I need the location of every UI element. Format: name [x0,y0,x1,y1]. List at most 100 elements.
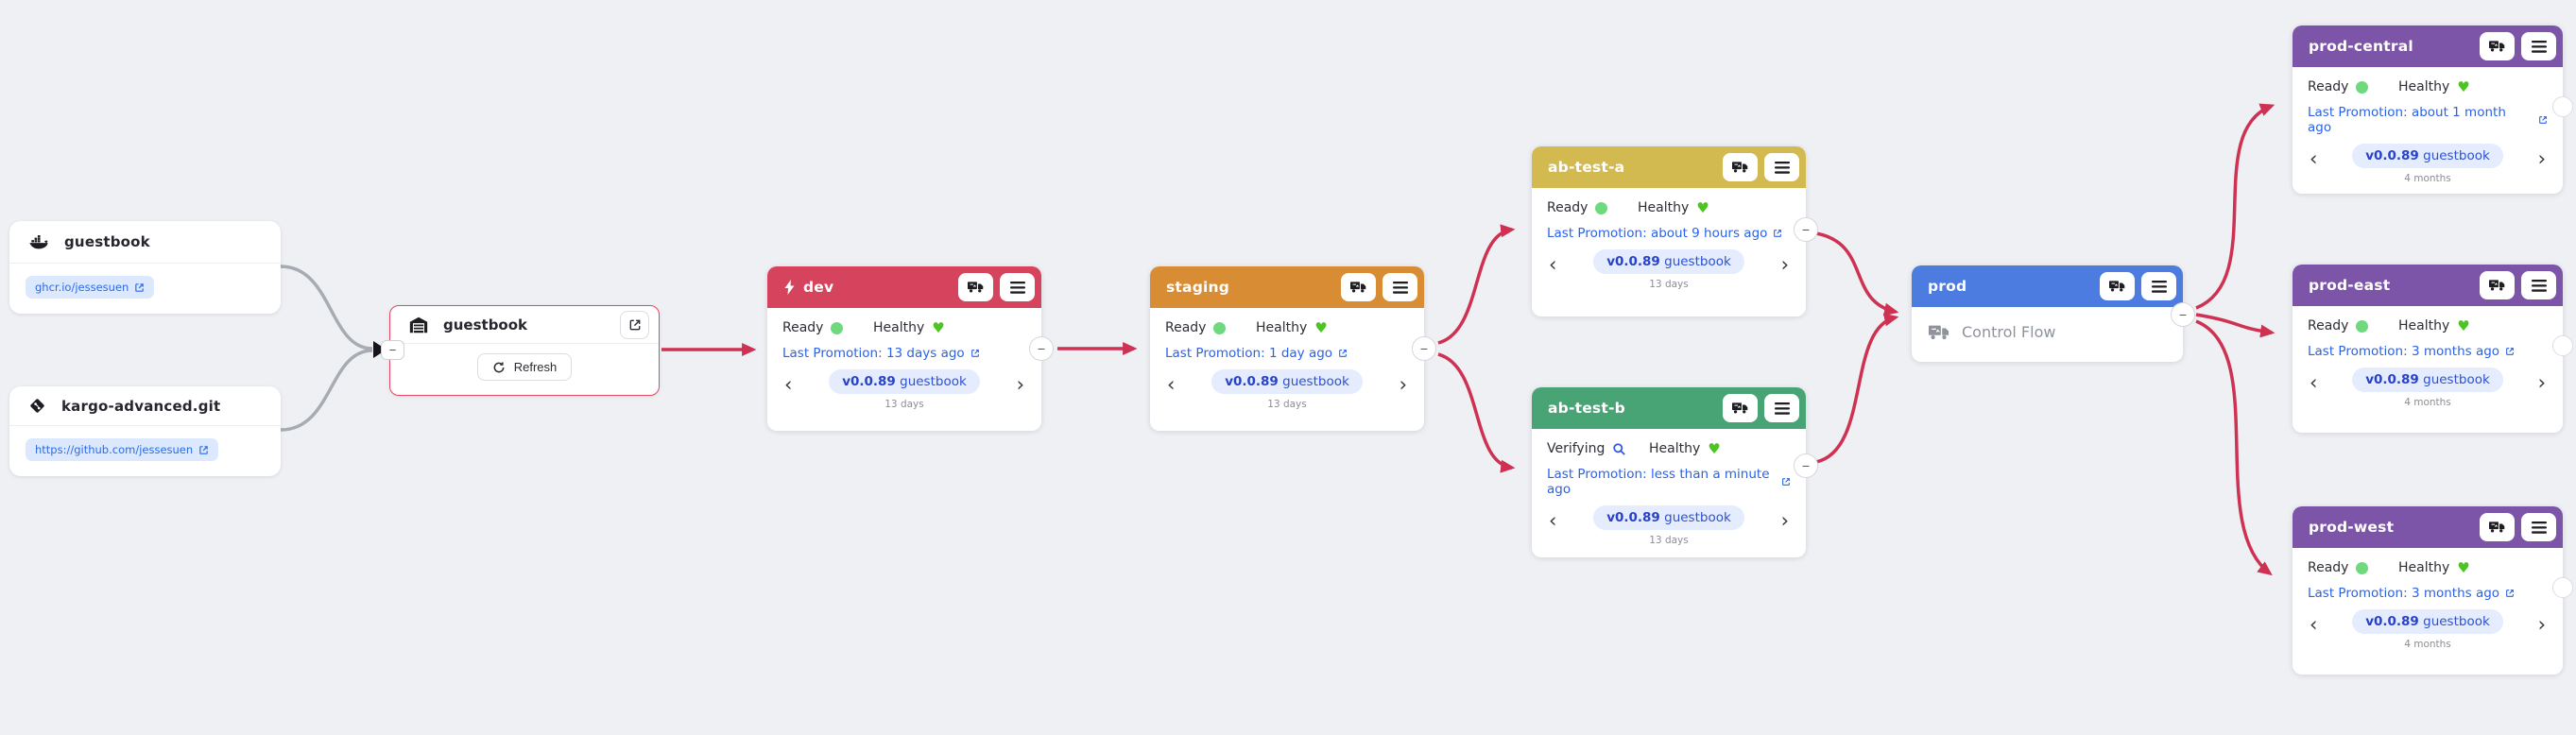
last-promotion-link[interactable]: Last Promotion: 3 months ago [2308,344,2515,359]
warehouse-node-guestbook[interactable]: guestbook Refresh − [389,305,660,396]
freight-chip[interactable]: v0.0.89 guestbook [1593,249,1744,274]
freight-timeline-button[interactable] [2480,271,2515,299]
chevron-left-icon[interactable]: ‹ [1547,505,1558,531]
chevron-right-icon[interactable]: › [1779,249,1791,275]
docker-whale-icon [28,231,49,252]
warehouse-icon [408,315,429,335]
chevron-right-icon[interactable]: › [2536,144,2548,169]
hamburger-menu-icon [1393,282,1408,294]
stage-menu-button[interactable] [1764,153,1799,181]
healthy-heart-icon: ♥ [2457,80,2469,94]
last-promotion-link[interactable]: Last Promotion: 13 days ago [782,346,980,361]
freight-truck-icon [1929,324,1949,341]
control-flow-body: Control Flow [1912,307,2183,357]
edge-staging-to-ab-test-a [1438,230,1512,343]
stage-body: Ready Healthy♥ Last Promotion: 1 day ago… [1150,308,1424,419]
chevron-left-icon[interactable]: ‹ [1547,249,1558,275]
last-promotion-link[interactable]: Last Promotion: 3 months ago [2308,586,2515,601]
chevron-right-icon[interactable]: › [1015,369,1026,395]
freight-truck-icon [2109,280,2125,293]
stage-node-ab-test-a[interactable]: ab-test-a Ready Healthy♥ Last Promotion:… [1532,146,1806,316]
last-promotion-link[interactable]: Last Promotion: about 1 month ago [2308,105,2548,135]
collapse-downstream-button[interactable]: − [1412,336,1436,361]
stage-menu-button[interactable] [2521,271,2556,299]
stage-title: prod-central [2309,38,2413,55]
ready-dot-icon [831,322,843,334]
stage-node-prod-west[interactable]: prod-west Ready Healthy♥ Last Promotion:… [2293,506,2563,675]
stage-menu-button[interactable] [1000,273,1035,301]
stage-title: prod-east [2309,277,2390,294]
last-promotion-link[interactable]: Last Promotion: about 9 hours ago [1547,226,1782,241]
freight-row: ‹ v0.0.89 guestbook 4 months › [2308,144,2548,184]
chevron-right-icon[interactable]: › [1398,369,1409,395]
repo-link-chip[interactable]: https://github.com/jessesuen [26,438,218,461]
freight-timeline-button[interactable] [2480,513,2515,541]
stage-menu-button[interactable] [1764,394,1799,422]
stage-menu-button[interactable] [2521,513,2556,541]
edge-ab-test-a-to-prod [1816,233,1896,312]
chevron-left-icon[interactable]: ‹ [2308,609,2319,635]
chevron-right-icon[interactable]: › [2536,368,2548,393]
pipeline-canvas[interactable]: guestbook ghcr.io/jessesuen kargo-advanc… [0,0,2576,735]
collapse-downstream-button[interactable]: − [2171,302,2195,327]
freight-chip[interactable]: v0.0.89 guestbook [2352,609,2503,634]
repo-card-title: guestbook [64,233,150,250]
stage-node-dev[interactable]: dev Ready Healthy♥ Last Promotion: 13 da… [767,266,1041,431]
freight-chip[interactable]: v0.0.89 guestbook [829,369,980,394]
stage-node-ab-test-b[interactable]: ab-test-b Verifying Healthy♥ Last Promot… [1532,387,1806,557]
edge-staging-to-ab-test-b [1438,354,1512,468]
freight-chip[interactable]: v0.0.89 guestbook [1593,505,1744,530]
repo-card-body: ghcr.io/jessesuen [9,264,281,314]
last-promotion-link[interactable]: Last Promotion: 1 day ago [1165,346,1348,361]
freight-timeline-button[interactable] [2480,32,2515,60]
collapse-downstream-button[interactable]: − [1029,336,1054,361]
chevron-right-icon[interactable]: › [2536,609,2548,635]
repo-link-text: https://github.com/jessesuen [35,443,193,456]
chevron-right-icon[interactable]: › [1779,505,1791,531]
freight-age: 13 days [794,399,1014,410]
stage-node-staging[interactable]: staging Ready Healthy♥ Last Promotion: 1… [1150,266,1424,431]
warehouse-open-button[interactable] [620,311,649,339]
stage-header: prod-central [2293,26,2563,67]
freight-age: 4 months [2319,639,2535,650]
freight-timeline-button[interactable] [2100,272,2135,300]
freight-age: 4 months [2319,397,2535,408]
stage-body: Verifying Healthy♥ Last Promotion: less … [1532,429,1806,555]
chevron-left-icon[interactable]: ‹ [2308,144,2319,169]
stage-node-prod-east[interactable]: prod-east Ready Healthy♥ Last Promotion:… [2293,265,2563,433]
freight-chip[interactable]: v0.0.89 guestbook [1211,369,1363,394]
chevron-left-icon[interactable]: ‹ [782,369,794,395]
stage-menu-button[interactable] [1382,273,1417,301]
collapse-downstream-button[interactable]: − [1794,217,1818,242]
status-row: Ready Healthy♥ [2308,560,2548,575]
freight-timeline-button[interactable] [1723,394,1758,422]
external-link-icon [2505,347,2515,356]
chevron-left-icon[interactable]: ‹ [2308,368,2319,393]
healthy-heart-icon: ♥ [2457,561,2469,575]
stage-menu-button[interactable] [2141,272,2176,300]
external-link-icon [134,282,145,293]
freight-chip[interactable]: v0.0.89 guestbook [2352,144,2503,168]
stage-title: ab-test-a [1548,159,1624,176]
freight-chip[interactable]: v0.0.89 guestbook [2352,368,2503,392]
stage-menu-button[interactable] [2521,32,2556,60]
collapse-downstream-button[interactable]: − [1794,453,1818,478]
refresh-button[interactable]: Refresh [477,353,573,381]
freight-age: 4 months [2319,173,2535,184]
stage-node-prod-central[interactable]: prod-central Ready Healthy♥ Last Promoti… [2293,26,2563,194]
warehouse-title: guestbook [443,316,606,333]
stage-node-prod[interactable]: prod Control Flow − [1912,265,2183,362]
freight-timeline-button[interactable] [958,273,993,301]
health-status: Healthy♥ [1638,200,1709,215]
ready-status: Ready [2308,560,2398,575]
freight-row: ‹ v0.0.89 guestbook 13 days › [1547,505,1791,546]
chevron-left-icon[interactable]: ‹ [1165,369,1176,395]
last-promotion-link[interactable]: Last Promotion: less than a minute ago [1547,467,1791,497]
freight-timeline-button[interactable] [1341,273,1376,301]
repo-link-chip[interactable]: ghcr.io/jessesuen [26,276,154,299]
collapse-upstream-button[interactable]: − [381,340,404,360]
collapse-minus-icon: − [1420,342,1428,355]
freight-timeline-button[interactable] [1723,153,1758,181]
control-flow-label: Control Flow [1962,323,2055,341]
last-promotion-text: Last Promotion: about 1 month ago [2308,105,2533,135]
